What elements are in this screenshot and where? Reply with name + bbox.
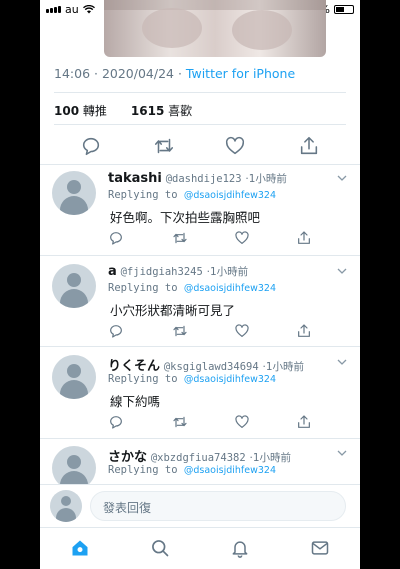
- reply-text: 小穴形狀都清晰可見了: [110, 303, 236, 318]
- reply-time: ·1小時前: [249, 452, 292, 464]
- reply-name[interactable]: takashi: [108, 171, 162, 186]
- likes-count: 1615: [130, 104, 165, 118]
- reply-handle: @fjidgiah3245: [120, 266, 203, 278]
- replying-to-handle[interactable]: @dsaoisjdihfew324: [184, 374, 276, 385]
- reply-text: 好色啊。下次拍些露胸照吧: [110, 210, 261, 225]
- tweet-actions: [40, 135, 360, 159]
- share-icon[interactable]: [296, 230, 312, 246]
- tweet-image[interactable]: [104, 0, 326, 57]
- battery-icon: [334, 5, 354, 14]
- notifications-icon[interactable]: [230, 538, 250, 558]
- heart-icon[interactable]: [234, 323, 250, 339]
- reply-time: ·1小時前: [245, 173, 287, 185]
- replying-to: Replying to @dsaoisjdihfew324: [108, 464, 276, 476]
- retweets-count: 100: [54, 104, 80, 118]
- replying-to: Replying to @dsaoisjdihfew324: [108, 373, 276, 385]
- messages-icon[interactable]: [310, 538, 330, 558]
- replying-to-handle[interactable]: @dsaoisjdihfew324: [184, 283, 276, 294]
- reply-name[interactable]: りくそん: [108, 359, 160, 374]
- reply-input[interactable]: 發表回復: [90, 491, 346, 521]
- divider: [54, 124, 346, 125]
- reply-header: a @fjidgiah3245 ·1小時前: [108, 264, 248, 279]
- share-icon[interactable]: [296, 414, 312, 430]
- heart-icon[interactable]: [224, 135, 246, 157]
- retweet-icon[interactable]: [172, 414, 188, 430]
- replying-label: Replying to: [108, 282, 178, 294]
- replying-label: Replying to: [108, 373, 178, 385]
- replying-to: Replying to @dsaoisjdihfew324: [108, 282, 276, 294]
- share-icon[interactable]: [298, 135, 320, 157]
- reply-time: ·1小時前: [206, 266, 249, 278]
- reply-actions: [108, 230, 348, 246]
- avatar: [50, 490, 82, 522]
- search-icon[interactable]: [150, 538, 170, 558]
- heart-icon[interactable]: [234, 414, 250, 430]
- battery-level: [336, 7, 344, 12]
- reply-actions: [108, 414, 348, 430]
- replying-to-handle[interactable]: @dsaoisjdihfew324: [184, 190, 276, 201]
- tweet-source[interactable]: Twitter for iPhone: [186, 66, 295, 81]
- avatar[interactable]: [52, 355, 96, 399]
- replying-to-handle[interactable]: @dsaoisjdihfew324: [184, 465, 276, 476]
- chevron-down-icon[interactable]: [336, 448, 348, 458]
- reply-text: 線下約嗎: [110, 394, 161, 409]
- reply-handle: @ksgiglawd34694: [163, 361, 259, 373]
- retweets-label: 轉推: [82, 104, 107, 118]
- replying-label: Replying to: [108, 189, 178, 201]
- phone-screen: au 15:32 51% 14:06 · 2020/04/24 · Twitte…: [40, 0, 360, 569]
- chevron-down-icon[interactable]: [336, 173, 348, 183]
- reply-handle: @dashdije123: [165, 173, 242, 185]
- likes-stat[interactable]: 1615 喜歡: [131, 104, 192, 118]
- retweet-icon[interactable]: [172, 323, 188, 339]
- likes-label: 喜歡: [168, 104, 193, 118]
- reply-icon[interactable]: [108, 323, 124, 339]
- tab-bar: [40, 527, 360, 569]
- reply-handle: @xbzdgfiua74382: [150, 452, 246, 464]
- avatar[interactable]: [52, 264, 96, 308]
- reply-name[interactable]: さかな: [108, 450, 147, 465]
- tweet-timestamp: 14:06 · 2020/04/24 ·: [54, 66, 186, 81]
- reply-icon[interactable]: [80, 135, 102, 157]
- divider: [40, 346, 360, 347]
- reply-icon[interactable]: [108, 230, 124, 246]
- reply-icon[interactable]: [108, 414, 124, 430]
- share-icon[interactable]: [296, 323, 312, 339]
- retweet-icon[interactable]: [172, 230, 188, 246]
- divider: [40, 438, 360, 439]
- divider: [40, 255, 360, 256]
- reply-header: りくそん @ksgiglawd34694 ·1小時前: [108, 355, 304, 374]
- replying-label: Replying to: [108, 464, 178, 476]
- divider: [40, 164, 360, 165]
- divider: [54, 92, 346, 93]
- chevron-down-icon[interactable]: [336, 357, 348, 367]
- reply-composer: 發表回復: [40, 484, 360, 527]
- reply-header: takashi @dashdije123 ·1小時前: [108, 171, 287, 186]
- avatar[interactable]: [52, 171, 96, 215]
- replying-to: Replying to @dsaoisjdihfew324: [108, 189, 276, 201]
- retweet-icon[interactable]: [153, 135, 175, 157]
- reply-header: さかな @xbzdgfiua74382 ·1小時前: [108, 446, 291, 465]
- chevron-down-icon[interactable]: [336, 266, 348, 276]
- reply-actions: [108, 323, 348, 339]
- reply-time: ·1小時前: [262, 361, 305, 373]
- tweet-stats: 100 轉推 1615 喜歡: [54, 102, 192, 119]
- tweet-meta: 14:06 · 2020/04/24 · Twitter for iPhone: [54, 66, 295, 81]
- home-icon[interactable]: [70, 538, 90, 558]
- heart-icon[interactable]: [234, 230, 250, 246]
- reply-name[interactable]: a: [108, 264, 117, 279]
- retweets-stat[interactable]: 100 轉推: [54, 104, 107, 118]
